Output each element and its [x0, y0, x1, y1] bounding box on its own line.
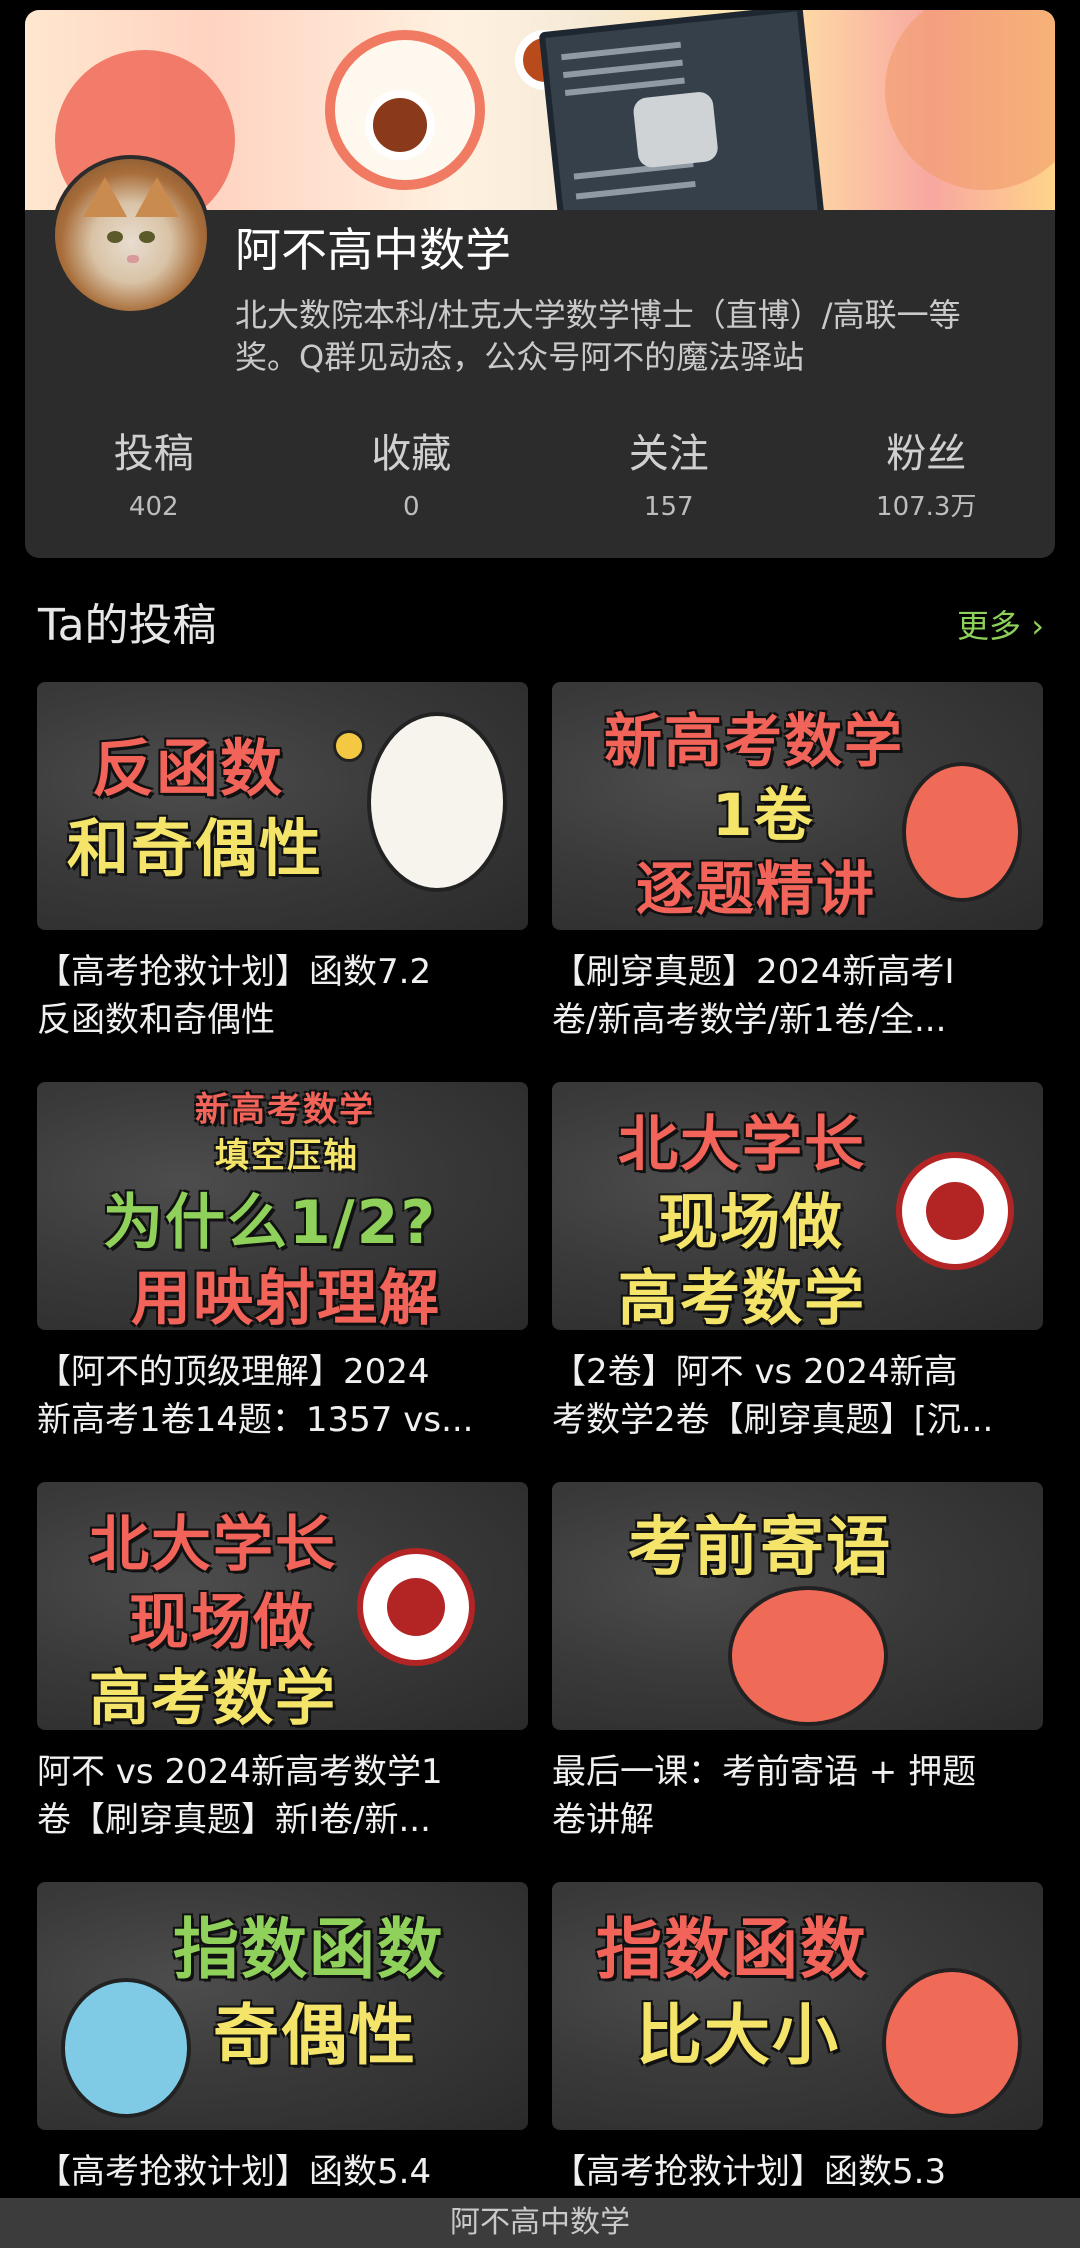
profile-stats: 投稿 402 收藏 0 关注 157 粉丝 107.3万: [25, 428, 1055, 548]
thumb-text: 新高考数学: [195, 1090, 375, 1130]
peking-university-emblem: [357, 1548, 475, 1666]
profile-bio-line-1: 北大数院本科/杜克大学数学博士（直博）/高联一等: [235, 296, 961, 334]
stat-label: 粉丝: [886, 431, 967, 477]
profile-card: 阿不高中数学 北大数院本科/杜克大学数学博士（直博）/高联一等 奖。Q群见动态，…: [25, 10, 1055, 558]
video-thumbnail[interactable]: 北大学长 现场做 高考数学: [552, 1082, 1043, 1330]
thumb-text: 新高考数学: [604, 707, 905, 775]
stat-label: 投稿: [113, 431, 194, 477]
thumb-text: 和奇偶性: [67, 812, 324, 885]
video-thumbnail[interactable]: 反函数 和奇偶性: [37, 682, 528, 930]
thumb-text: 指数函数: [596, 1911, 868, 1988]
video-title: 【2卷】阿不 vs 2024新高 考数学2卷【刷穿真题】[沉...: [552, 1352, 994, 1440]
video-card[interactable]: 新高考数学 1卷 逐题精讲 【刷穿真题】2024新高考I 卷/新高考数学/新1卷…: [552, 682, 1043, 1044]
thumb-text: 北大学长: [618, 1110, 866, 1180]
bottom-title: 阿不高中数学: [450, 2205, 630, 2240]
stat-label: 关注: [628, 431, 709, 477]
thumb-text: 北大学长: [89, 1510, 337, 1580]
thumb-text: 考前寄语: [628, 1511, 892, 1585]
thumb-text: 现场做: [658, 1188, 844, 1258]
mascot-cat-icon: [367, 712, 507, 892]
stat-value: 0: [402, 492, 420, 522]
lightbulb-icon: [333, 730, 365, 762]
thumb-text: 高考数学: [89, 1664, 337, 1730]
video-card[interactable]: 指数函数 比大小 【高考抢救计划】函数5.3: [552, 1882, 1043, 2196]
thumb-text: 奇偶性: [213, 1997, 417, 2074]
video-title: 【高考抢救计划】函数5.3: [552, 2152, 947, 2192]
peking-university-emblem: [896, 1152, 1014, 1270]
video-card[interactable]: 北大学长 现场做 高考数学 【2卷】阿不 vs 2024新高 考数学2卷【刷穿真…: [552, 1082, 1043, 1444]
thumb-text: 用映射理解: [131, 1264, 441, 1330]
thumb-text: 现场做: [129, 1588, 315, 1658]
profile-bio-line-2: 奖。Q群见动态，公众号阿不的魔法驿站: [235, 338, 805, 376]
section-title: Ta的投稿: [38, 600, 217, 651]
video-title: 【阿不的顶级理解】2024 新高考1卷14题：1357 vs...: [37, 1352, 474, 1440]
video-thumbnail[interactable]: 指数函数 奇偶性: [37, 1882, 528, 2130]
stat-value: 157: [643, 492, 694, 522]
more-link[interactable]: 更多 ›: [957, 604, 1044, 648]
video-thumbnail[interactable]: 指数函数 比大小: [552, 1882, 1043, 2130]
stat-favorites[interactable]: 收藏 0: [283, 428, 541, 548]
banner-illustration: [538, 10, 827, 210]
thumb-text: 高考数学: [618, 1264, 866, 1330]
avatar[interactable]: [51, 155, 211, 315]
profile-bio: 北大数院本科/杜克大学数学博士（直博）/高联一等 奖。Q群见动态，公众号阿不的魔…: [235, 294, 1055, 378]
thumb-text: 指数函数: [173, 1911, 445, 1988]
video-title: 【刷穿真题】2024新高考I 卷/新高考数学/新1卷/全...: [552, 952, 955, 1040]
video-title: 阿不 vs 2024新高考数学1 卷【刷穿真题】新I卷/新...: [37, 1752, 443, 1840]
stat-value: 107.3万: [876, 492, 977, 522]
video-card[interactable]: 考前寄语 最后一课：考前寄语 + 押题 卷讲解: [552, 1482, 1043, 1844]
video-title: 【高考抢救计划】函数5.4: [37, 2152, 432, 2192]
video-title: 【高考抢救计划】函数7.2 反函数和奇偶性: [37, 952, 432, 1040]
stat-value: 402: [128, 492, 179, 522]
stat-following[interactable]: 关注 157: [540, 428, 798, 548]
thumb-text: 反函数: [92, 732, 285, 805]
stat-label: 收藏: [371, 431, 452, 477]
video-thumbnail[interactable]: 新高考数学 填空压轴 为什么1/2? 用映射理解: [37, 1082, 528, 1330]
thumb-text: 填空压轴: [215, 1136, 359, 1176]
stat-uploads[interactable]: 投稿 402: [25, 428, 283, 548]
video-card[interactable]: 北大学长 现场做 高考数学 阿不 vs 2024新高考数学1 卷【刷穿真题】新I…: [37, 1482, 528, 1844]
mascot-dragon-icon: [61, 1978, 191, 2118]
mascot-fox-icon: [728, 1586, 888, 1726]
bottom-title-bar: 阿不高中数学: [0, 2198, 1080, 2248]
thumb-text: 逐题精讲: [636, 855, 877, 923]
video-card[interactable]: 指数函数 奇偶性 【高考抢救计划】函数5.4: [37, 1882, 528, 2196]
video-thumbnail[interactable]: 新高考数学 1卷 逐题精讲: [552, 682, 1043, 930]
mascot-fox-icon: [882, 1968, 1022, 2118]
video-title: 最后一课：考前寄语 + 押题 卷讲解: [552, 1752, 977, 1840]
profile-name: 阿不高中数学: [235, 223, 511, 277]
stat-followers[interactable]: 粉丝 107.3万: [798, 428, 1056, 548]
video-card[interactable]: 反函数 和奇偶性 【高考抢救计划】函数7.2 反函数和奇偶性: [37, 682, 528, 1044]
video-thumbnail[interactable]: 考前寄语: [552, 1482, 1043, 1730]
thumb-text: 1卷: [712, 781, 815, 849]
thumb-text: 比大小: [636, 1997, 840, 2074]
video-thumbnail[interactable]: 北大学长 现场做 高考数学: [37, 1482, 528, 1730]
mascot-fox-icon: [902, 762, 1022, 902]
video-card[interactable]: 新高考数学 填空压轴 为什么1/2? 用映射理解 【阿不的顶级理解】2024 新…: [37, 1082, 528, 1444]
thumb-text: 为什么1/2?: [103, 1188, 438, 1258]
